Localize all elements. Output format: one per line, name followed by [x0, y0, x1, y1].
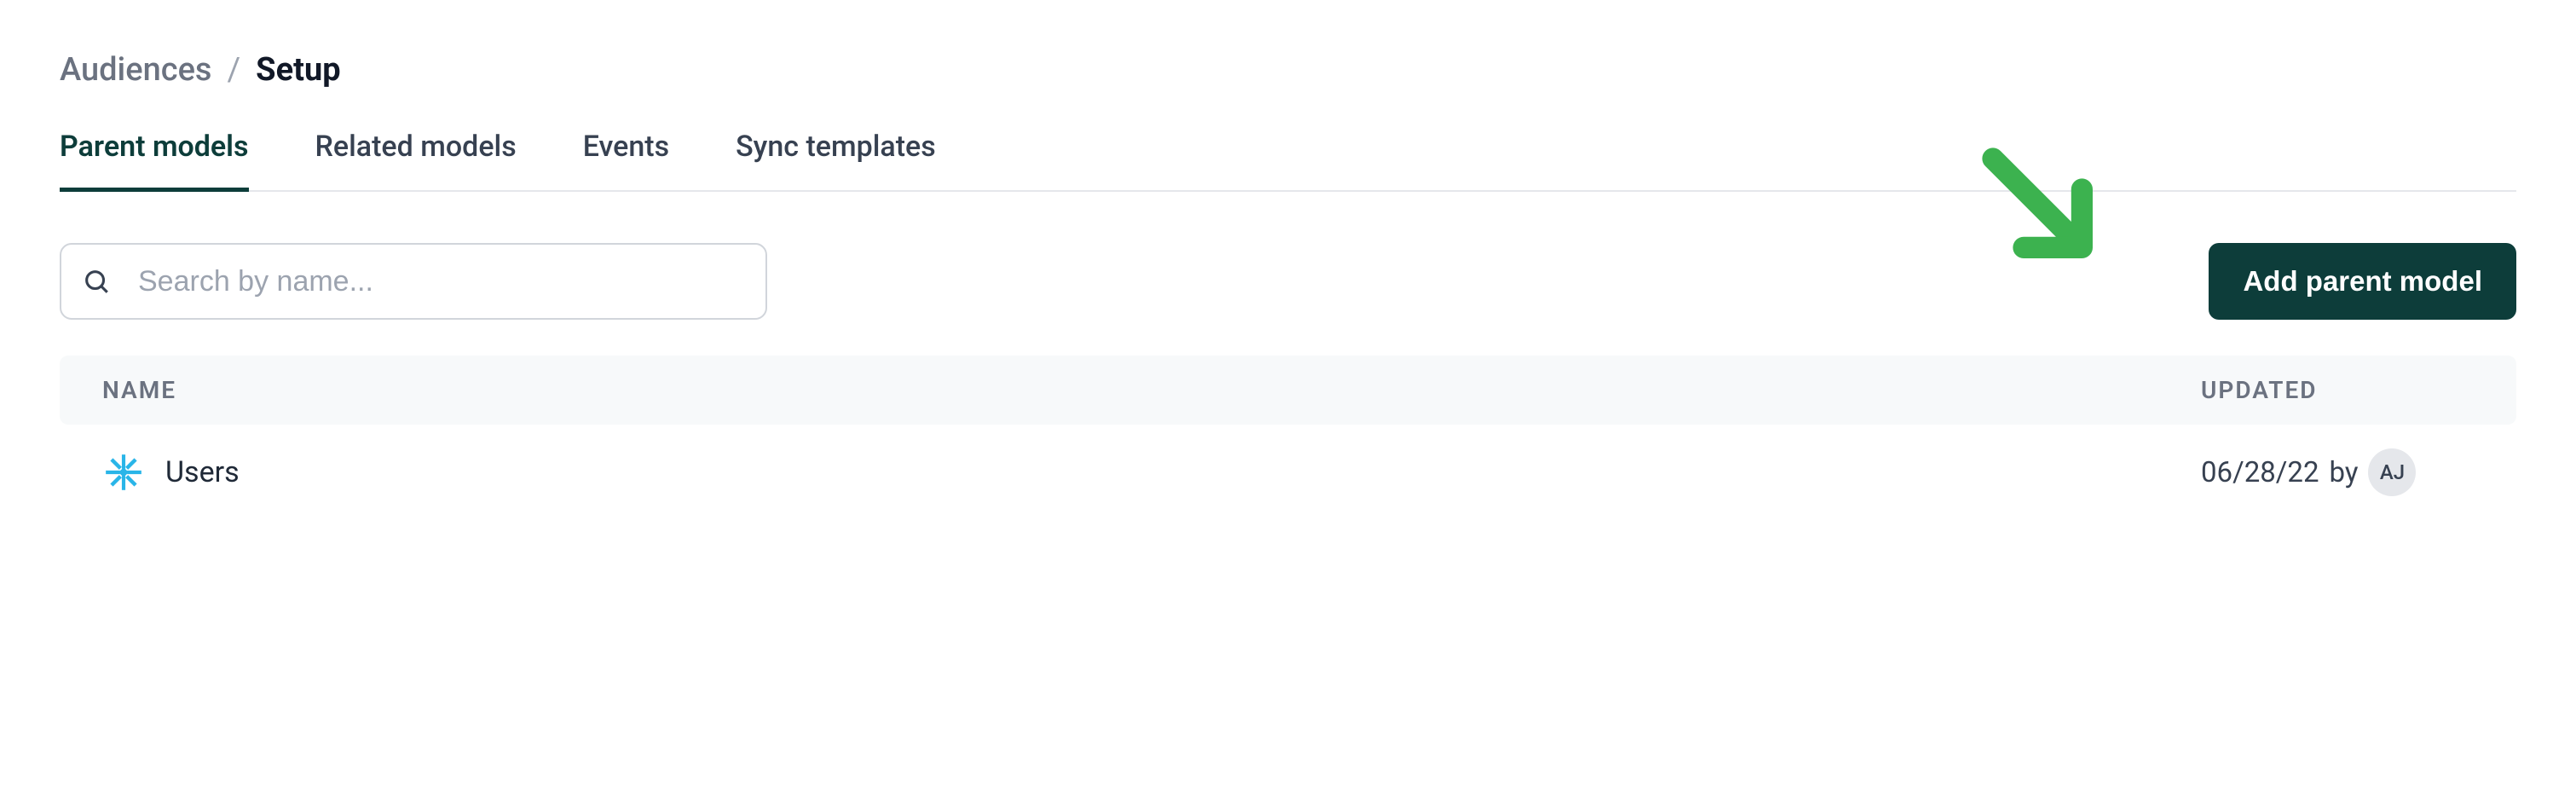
avatar: AJ — [2368, 448, 2416, 496]
tab-parent-models[interactable]: Parent models — [60, 130, 249, 192]
tab-sync-templates[interactable]: Sync templates — [736, 130, 936, 192]
toolbar: Add parent model — [60, 243, 2516, 320]
tab-events[interactable]: Events — [583, 130, 669, 192]
table-header-updated: UPDATED — [2201, 376, 2474, 404]
breadcrumb-separator: / — [227, 51, 240, 89]
breadcrumb-current: Setup — [256, 51, 340, 89]
updated-by-label: by — [2330, 456, 2359, 489]
table-header-name: NAME — [102, 376, 2201, 404]
updated-date: 06/28/22 — [2201, 456, 2319, 489]
tabs: Parent models Related models Events Sync… — [60, 130, 2516, 192]
search-icon — [82, 267, 111, 296]
tab-related-models[interactable]: Related models — [315, 130, 517, 192]
breadcrumb-parent[interactable]: Audiences — [60, 51, 211, 89]
cell-name: Users — [102, 451, 2201, 494]
table-header: NAME UPDATED — [60, 356, 2516, 425]
breadcrumb: Audiences / Setup — [60, 51, 2516, 89]
table-row[interactable]: Users 06/28/22 by AJ — [60, 425, 2516, 520]
cell-updated: 06/28/22 by AJ — [2201, 448, 2474, 496]
search-input[interactable] — [60, 243, 767, 320]
snowflake-icon — [102, 451, 145, 494]
row-name-label: Users — [165, 455, 240, 489]
add-parent-model-button[interactable]: Add parent model — [2209, 243, 2516, 320]
search-wrap — [60, 243, 767, 320]
models-table: NAME UPDATED — [60, 356, 2516, 520]
